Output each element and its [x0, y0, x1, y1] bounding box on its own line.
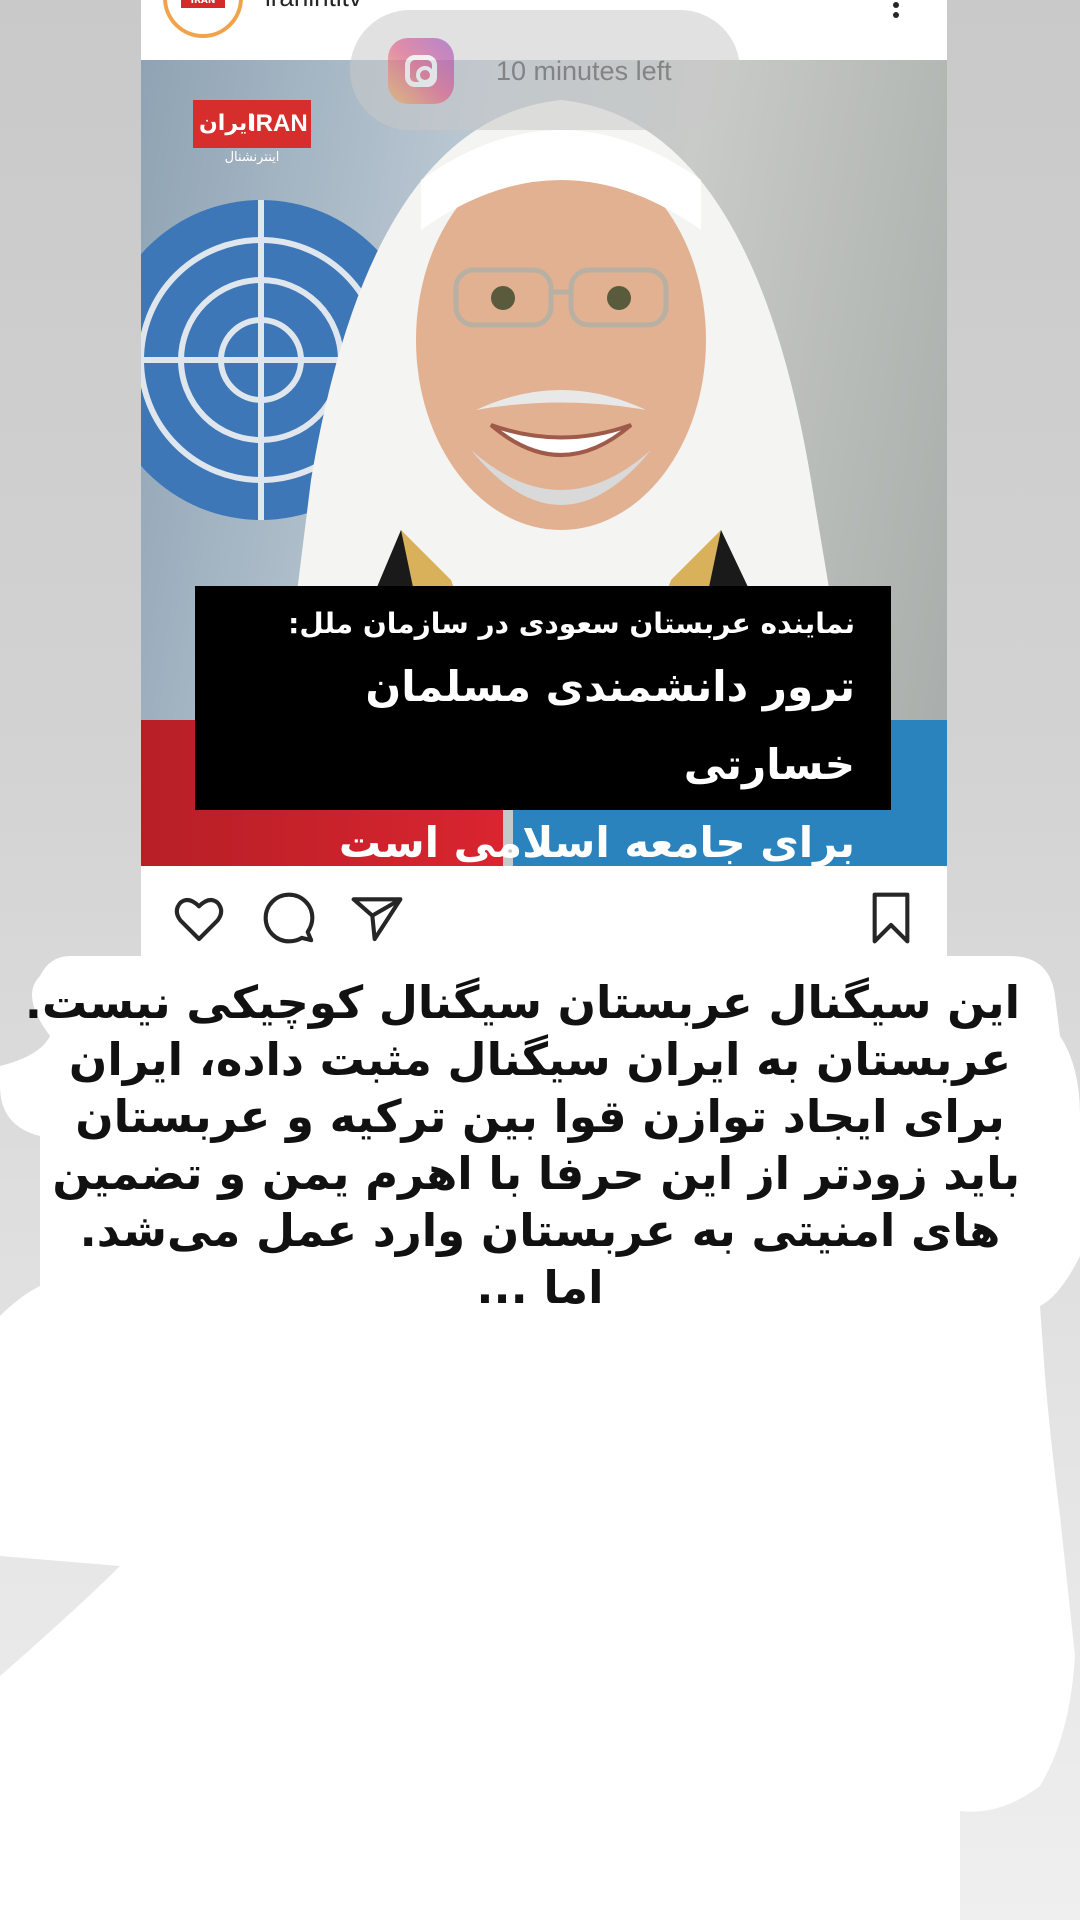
- caption-subtitle: نماینده عربستان سعودی در سازمان ملل:: [288, 607, 855, 640]
- more-vertical-icon[interactable]: [891, 0, 901, 22]
- text-note-overlay: این سیگنال عربستان سیگنال کوچیکی نیست. ع…: [0, 956, 1080, 1920]
- caption-line: ترور دانشمندی مسلمان خسارتی: [365, 662, 855, 789]
- note-line: این سیگنال عربستان سیگنال کوچیکی نیست.: [24, 976, 1020, 1029]
- avatar[interactable]: IRAN: [163, 0, 243, 38]
- heart-icon[interactable]: [171, 890, 227, 946]
- comment-icon[interactable]: [261, 890, 317, 946]
- share-icon[interactable]: [349, 890, 405, 946]
- note-text: این سیگنال عربستان سیگنال کوچیکی نیست. ع…: [24, 974, 1020, 1316]
- bookmark-icon[interactable]: [863, 890, 919, 946]
- note-line: عربستان به ایران سیگنال مثبت داده، ایران: [68, 1033, 1012, 1086]
- post-image[interactable]: ایران IRAN اینترنشنال نماینده عربستان سع…: [141, 60, 947, 866]
- note-line: اما ...: [476, 1261, 604, 1314]
- story-timer-pill: 10 minutes left: [350, 10, 740, 130]
- timer-text: 10 minutes left: [496, 56, 672, 86]
- note-line: برای ایجاد توازن قوا بین ترکیه و عربستان: [75, 1090, 1005, 1143]
- caption-headline: ترور دانشمندی مسلمان خسارتی برای جامعه ا…: [231, 648, 855, 866]
- caption-line: برای جامعه اسلامی است: [338, 818, 855, 866]
- instagram-post-card: IRAN iranintltv: [141, 0, 947, 960]
- note-line: باید زودتر از این حرفا با اهرم یمن و تضم…: [52, 1147, 1020, 1200]
- note-line: های امنیتی به عربستان وارد عمل می‌شد.: [79, 1204, 1001, 1257]
- username[interactable]: iranintltv: [265, 0, 362, 13]
- headline-caption: نماینده عربستان سعودی در سازمان ملل: ترو…: [195, 586, 891, 866]
- post-action-bar: [141, 866, 947, 960]
- instagram-icon: [388, 38, 454, 104]
- brand-subtitle: اینترنشنال: [224, 150, 280, 165]
- avatar-logo: IRAN: [181, 0, 225, 8]
- brand-logo: ایران IRAN: [193, 100, 311, 148]
